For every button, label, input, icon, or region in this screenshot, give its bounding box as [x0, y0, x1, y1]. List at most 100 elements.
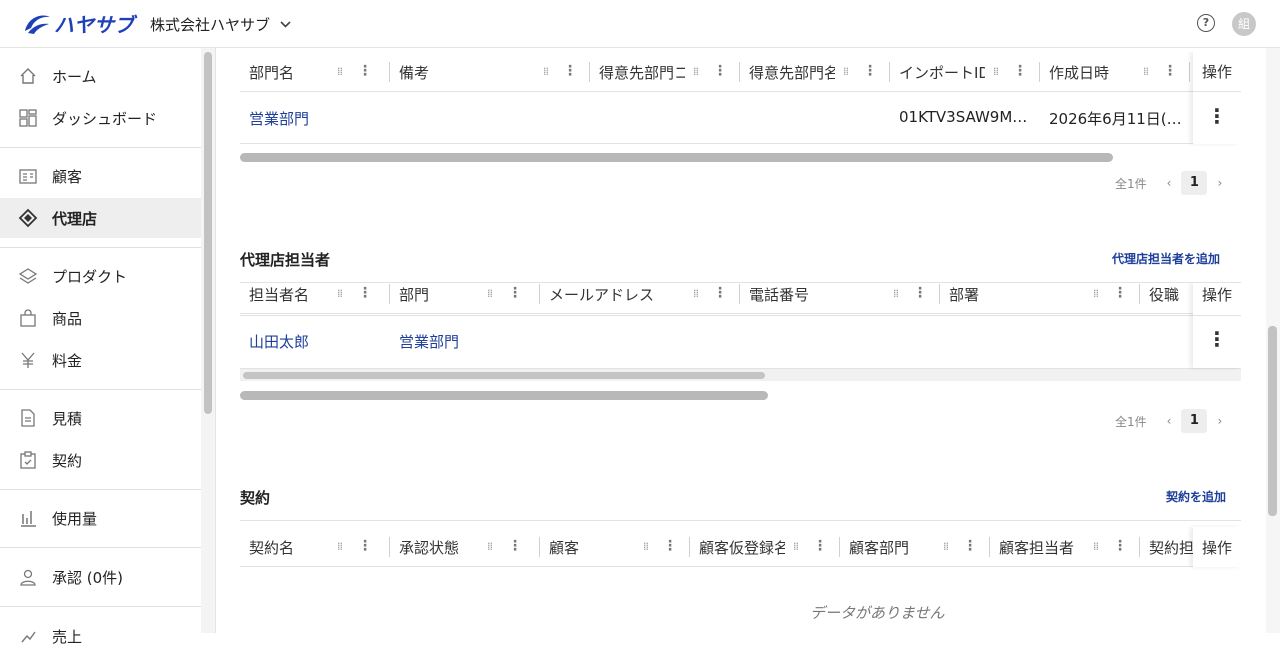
- drag-handle-icon[interactable]: ⁞⁞: [337, 65, 343, 79]
- staff-name-link[interactable]: 山田太郎: [249, 331, 309, 352]
- chevron-down-icon: [280, 18, 291, 31]
- sidebar-scrollbar-thumb[interactable]: [204, 52, 212, 414]
- add-agency-staff-link[interactable]: 代理店担当者を追加: [1112, 250, 1220, 267]
- column-header[interactable]: 契約名 ⁞⁞ ⋮: [240, 527, 390, 567]
- sidebar-item-customer[interactable]: 顧客: [0, 156, 201, 196]
- divider: [0, 547, 201, 548]
- next-page-icon[interactable]: ›: [1217, 414, 1222, 428]
- prev-page-icon[interactable]: ‹: [1167, 176, 1172, 190]
- logo-swoosh-icon: [25, 15, 50, 34]
- column-header[interactable]: 顧客仮登録名 ⁞⁞ ⋮: [690, 527, 840, 567]
- inner-scrollbar-thumb[interactable]: [243, 372, 765, 379]
- sidebar-item-home[interactable]: ホーム: [0, 56, 201, 96]
- operations-column: 操作 ⋮: [1193, 52, 1241, 144]
- more-vert-icon[interactable]: ⋮: [508, 539, 522, 553]
- more-vert-icon[interactable]: ⋮: [1013, 64, 1027, 78]
- column-header[interactable]: 顧客担当者 ⁞⁞ ⋮: [990, 527, 1140, 567]
- column-header[interactable]: 得意先部門コード⁞⁞⋮: [590, 52, 740, 92]
- sidebar-item-approval[interactable]: 承認 (0件): [0, 557, 201, 597]
- more-vert-icon[interactable]: ⋮: [963, 539, 977, 553]
- drag-handle-icon[interactable]: ⁞⁞: [337, 287, 343, 301]
- more-vert-icon[interactable]: ⋮: [813, 539, 827, 553]
- more-vert-icon[interactable]: ⋮: [713, 64, 727, 78]
- drag-handle-icon[interactable]: ⁞⁞: [693, 65, 699, 79]
- drag-handle-icon[interactable]: ⁞⁞: [487, 540, 493, 554]
- drag-handle-icon[interactable]: ⁞⁞: [793, 540, 799, 554]
- dashboard-icon: [19, 109, 37, 127]
- sidebar-item-item[interactable]: 商品: [0, 298, 201, 338]
- sidebar-item-contract[interactable]: 契約: [0, 440, 201, 480]
- more-vert-icon[interactable]: ⋮: [913, 286, 927, 300]
- more-vert-icon[interactable]: ⋮: [663, 539, 677, 553]
- column-header[interactable]: 部門名 ⁞⁞ ⋮: [240, 52, 390, 92]
- drag-handle-icon[interactable]: ⁞⁞: [337, 540, 343, 554]
- column-header[interactable]: 備考 ⁞⁞ ⋮: [390, 52, 590, 92]
- customer-icon: [19, 169, 37, 184]
- column-header[interactable]: 部署 ⁞⁞ ⋮: [940, 283, 1140, 314]
- column-header[interactable]: インポートID ⁞⁞ ⋮: [890, 52, 1040, 92]
- more-vert-icon[interactable]: ⋮: [563, 64, 577, 78]
- sidebar-item-label: 代理店: [52, 209, 98, 228]
- main-scrollbar-thumb[interactable]: [1268, 326, 1277, 516]
- page-number[interactable]: 1: [1181, 409, 1208, 433]
- row-divider: [240, 143, 1241, 144]
- page-number[interactable]: 1: [1181, 171, 1208, 195]
- column-header[interactable]: 作成日時 ⁞⁞ ⋮: [1040, 52, 1190, 92]
- logo[interactable]: ハヤサブ: [22, 9, 134, 38]
- drag-handle-icon[interactable]: ⁞⁞: [487, 287, 493, 301]
- drag-handle-icon[interactable]: ⁞⁞: [993, 65, 999, 79]
- drag-handle-icon[interactable]: ⁞⁞: [1093, 540, 1099, 554]
- drag-handle-icon[interactable]: ⁞⁞: [643, 540, 649, 554]
- column-header[interactable]: 顧客部門 ⁞⁞ ⋮: [840, 527, 990, 567]
- empty-state-text: データがありません: [810, 604, 945, 622]
- horizontal-scrollbar[interactable]: [240, 391, 768, 400]
- column-header[interactable]: 承認状態 ⁞⁞ ⋮: [390, 527, 540, 567]
- drag-handle-icon[interactable]: ⁞⁞: [943, 540, 949, 554]
- column-resize-handle[interactable]: [1189, 62, 1190, 82]
- sidebar-item-dashboard[interactable]: ダッシュボード: [0, 98, 201, 138]
- add-contract-link[interactable]: 契約を追加: [1166, 488, 1226, 505]
- more-vert-icon[interactable]: ⋮: [1163, 64, 1177, 78]
- column-header[interactable]: メールアドレス ⁞⁞ ⋮: [540, 283, 740, 314]
- horizontal-scrollbar[interactable]: [240, 153, 1113, 162]
- drag-handle-icon[interactable]: ⁞⁞: [843, 65, 849, 79]
- help-icon[interactable]: ?: [1197, 14, 1215, 32]
- company-name: 株式会社ハヤサブ: [150, 16, 271, 34]
- department-name-link[interactable]: 営業部門: [249, 108, 309, 129]
- sidebar-item-quote[interactable]: 見積: [0, 398, 201, 438]
- sidebar-item-sales[interactable]: 売上: [0, 616, 201, 656]
- agency-icon: [18, 208, 38, 228]
- more-vert-icon[interactable]: ⋮: [358, 286, 372, 300]
- next-page-icon[interactable]: ›: [1217, 176, 1222, 190]
- more-vert-icon[interactable]: ⋮: [508, 286, 522, 300]
- staff-department-link[interactable]: 営業部門: [399, 331, 459, 352]
- sidebar-item-product[interactable]: プロダクト: [0, 256, 201, 296]
- drag-handle-icon[interactable]: ⁞⁞: [893, 287, 899, 301]
- drag-handle-icon[interactable]: ⁞⁞: [1143, 65, 1149, 79]
- prev-page-icon[interactable]: ‹: [1167, 414, 1172, 428]
- more-vert-icon[interactable]: ⋮: [358, 539, 372, 553]
- drag-handle-icon[interactable]: ⁞⁞: [543, 65, 549, 79]
- more-vert-icon[interactable]: ⋮: [358, 64, 372, 78]
- more-vert-icon[interactable]: ⋮: [713, 286, 727, 300]
- column-header[interactable]: 得意先部門名 ⁞⁞ ⋮: [740, 52, 890, 92]
- more-vert-icon[interactable]: ⋮: [863, 64, 877, 78]
- column-header[interactable]: 顧客 ⁞⁞ ⋮: [540, 527, 690, 567]
- column-header[interactable]: 電話番号 ⁞⁞ ⋮: [740, 283, 940, 314]
- column-header[interactable]: 担当者名 ⁞⁞ ⋮: [240, 283, 390, 314]
- drag-handle-icon[interactable]: ⁞⁞: [693, 287, 699, 301]
- company-switcher[interactable]: 株式会社ハヤサブ: [150, 14, 291, 35]
- sidebar-item-agency[interactable]: 代理店: [0, 198, 201, 238]
- row-menu-icon[interactable]: ⋮: [1193, 104, 1241, 128]
- sidebar-item-usage[interactable]: 使用量: [0, 498, 201, 538]
- more-vert-icon[interactable]: ⋮: [1113, 286, 1127, 300]
- drag-handle-icon[interactable]: ⁞⁞: [1093, 287, 1099, 301]
- sidebar-item-price[interactable]: 料金: [0, 340, 201, 380]
- yen-icon: [21, 352, 35, 368]
- avatar[interactable]: 組: [1232, 12, 1256, 36]
- column-header[interactable]: 部門 ⁞⁞ ⋮: [390, 283, 540, 314]
- row-menu-icon[interactable]: ⋮: [1193, 327, 1241, 351]
- more-vert-icon[interactable]: ⋮: [1113, 539, 1127, 553]
- sidebar-item-label: プロダクト: [52, 267, 128, 286]
- table-header: 契約名 ⁞⁞ ⋮ 承認状態 ⁞⁞ ⋮ 顧客 ⁞⁞ ⋮ 顧客仮登録名 ⁞⁞ ⋮ 顧客部門 ⁞⁞ ⋮ 顧…: [240, 527, 1241, 567]
